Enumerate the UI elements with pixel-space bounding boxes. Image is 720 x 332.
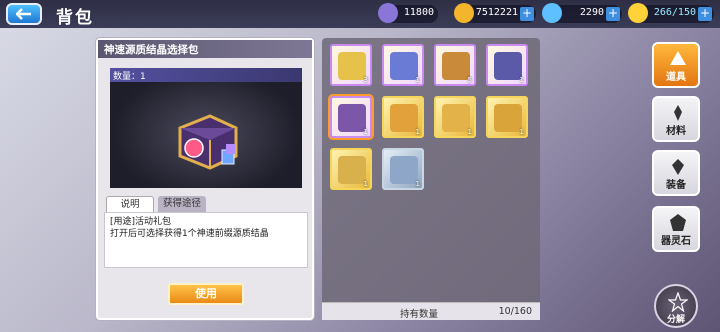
tab-description[interactable]: 说明 bbox=[106, 196, 154, 212]
use-button[interactable]: 使用 bbox=[168, 283, 244, 305]
inventory-slot[interactable]: 1 bbox=[434, 96, 476, 138]
item-count: 1 bbox=[519, 128, 524, 136]
item-icon bbox=[494, 104, 522, 132]
item-icon bbox=[442, 104, 470, 132]
item-count: 1 bbox=[363, 128, 368, 136]
gold-coin-icon bbox=[454, 3, 474, 23]
inventory-footer: 持有数量 10/160 bbox=[322, 302, 540, 320]
crystal-pack-icon bbox=[178, 114, 238, 170]
inventory-slot[interactable]: 1 bbox=[382, 96, 424, 138]
item-icon bbox=[442, 52, 470, 80]
stamina-icon bbox=[628, 3, 648, 23]
resource-value: 11800 bbox=[403, 7, 434, 18]
potion-icon bbox=[378, 3, 398, 23]
quantity-bar: 数量：1 bbox=[110, 68, 302, 82]
item-icon bbox=[390, 104, 418, 132]
inventory-slot[interactable]: 1 bbox=[382, 44, 424, 86]
resource-potion: 11800 bbox=[378, 3, 438, 23]
back-arrow-icon bbox=[16, 8, 31, 20]
item-showcase: 数量：1 bbox=[110, 68, 302, 188]
sidebar-item-label: 器灵石 bbox=[661, 236, 691, 247]
item-icon bbox=[670, 51, 686, 65]
resource-crystal: 2290 + bbox=[542, 3, 622, 23]
item-count: 1 bbox=[415, 76, 420, 84]
sidebar-item-label: 材料 bbox=[666, 126, 686, 137]
inventory-slot[interactable]: 1 bbox=[330, 96, 372, 138]
inventory-slot[interactable]: 1 bbox=[382, 148, 424, 190]
sidebar-item-spirit-stone[interactable]: 器灵石 bbox=[652, 206, 700, 252]
add-gold-button[interactable]: + bbox=[520, 7, 534, 21]
item-count: 1 bbox=[519, 76, 524, 84]
equip-icon bbox=[672, 159, 684, 175]
sidebar-item-label: 装备 bbox=[666, 180, 686, 191]
description-line: 打开后可选择获得1个神速前缀源质结晶 bbox=[110, 229, 269, 239]
inventory-slot[interactable]: 1 bbox=[330, 148, 372, 190]
item-icon bbox=[338, 104, 366, 132]
tab-obtain-methods[interactable]: 获得途径 bbox=[158, 196, 206, 212]
owned-count-label: 持有数量 bbox=[400, 309, 439, 320]
item-name: 神速源质结晶选择包 bbox=[104, 44, 199, 56]
owned-count-value: 10/160 bbox=[498, 306, 532, 317]
sidebar-item-items[interactable]: 道具 bbox=[652, 42, 700, 88]
decompose-button[interactable]: 分解 bbox=[654, 284, 698, 328]
item-count: 3 bbox=[363, 76, 368, 84]
material-icon bbox=[674, 105, 682, 121]
item-count: 5 bbox=[467, 76, 472, 84]
item-icon bbox=[338, 52, 366, 80]
inventory-slot[interactable]: 1 bbox=[486, 44, 528, 86]
description-box: [用途]活动礼包 打开后可选择获得1个神速前缀源质结晶 bbox=[104, 212, 308, 268]
item-icon bbox=[390, 156, 418, 184]
item-icon bbox=[390, 52, 418, 80]
item-icon bbox=[338, 156, 366, 184]
sidebar-item-label: 道具 bbox=[666, 72, 686, 83]
inventory-slot[interactable]: 3 bbox=[330, 44, 372, 86]
description-line: [用途]活动礼包 bbox=[110, 217, 172, 227]
add-crystal-button[interactable]: + bbox=[606, 7, 620, 21]
inventory-slot[interactable]: 5 bbox=[434, 44, 476, 86]
back-button[interactable] bbox=[6, 3, 42, 25]
decompose-label: 分解 bbox=[666, 315, 685, 325]
inventory-slot[interactable]: 1 bbox=[486, 96, 528, 138]
sidebar-item-materials[interactable]: 材料 bbox=[652, 96, 700, 142]
inventory-panel: 3 1 5 1 1 1 1 1 1 1 持有数量 10/160 bbox=[322, 38, 540, 320]
item-detail-panel: 神速源质结晶选择包 数量：1 说明 获得途径 [用途]活动礼包 打开后可选择获得… bbox=[96, 38, 314, 320]
resource-value: 2290 bbox=[579, 7, 604, 18]
top-bar: 背包 11800 7512221 + 2290 + 266/150 + bbox=[0, 0, 720, 28]
quantity-label: 数量：1 bbox=[113, 72, 146, 82]
sidebar-item-equipment[interactable]: 装备 bbox=[652, 150, 700, 196]
item-count: 1 bbox=[415, 180, 420, 188]
item-icon bbox=[494, 52, 522, 80]
resource-gold: 7512221 + bbox=[454, 3, 536, 23]
page-title: 背包 bbox=[56, 8, 94, 28]
item-count: 1 bbox=[363, 180, 368, 188]
pentagram-icon bbox=[668, 292, 688, 312]
resource-stamina: 266/150 + bbox=[628, 3, 714, 23]
spirit-stone-icon bbox=[670, 214, 686, 231]
item-count: 1 bbox=[467, 128, 472, 136]
item-name-header: 神速源质结晶选择包 bbox=[98, 40, 312, 58]
crystal-icon bbox=[542, 3, 562, 23]
resource-value: 266/150 bbox=[653, 7, 696, 18]
resource-value: 7512221 bbox=[475, 7, 518, 18]
item-count: 1 bbox=[415, 128, 420, 136]
add-stamina-button[interactable]: + bbox=[698, 7, 712, 21]
